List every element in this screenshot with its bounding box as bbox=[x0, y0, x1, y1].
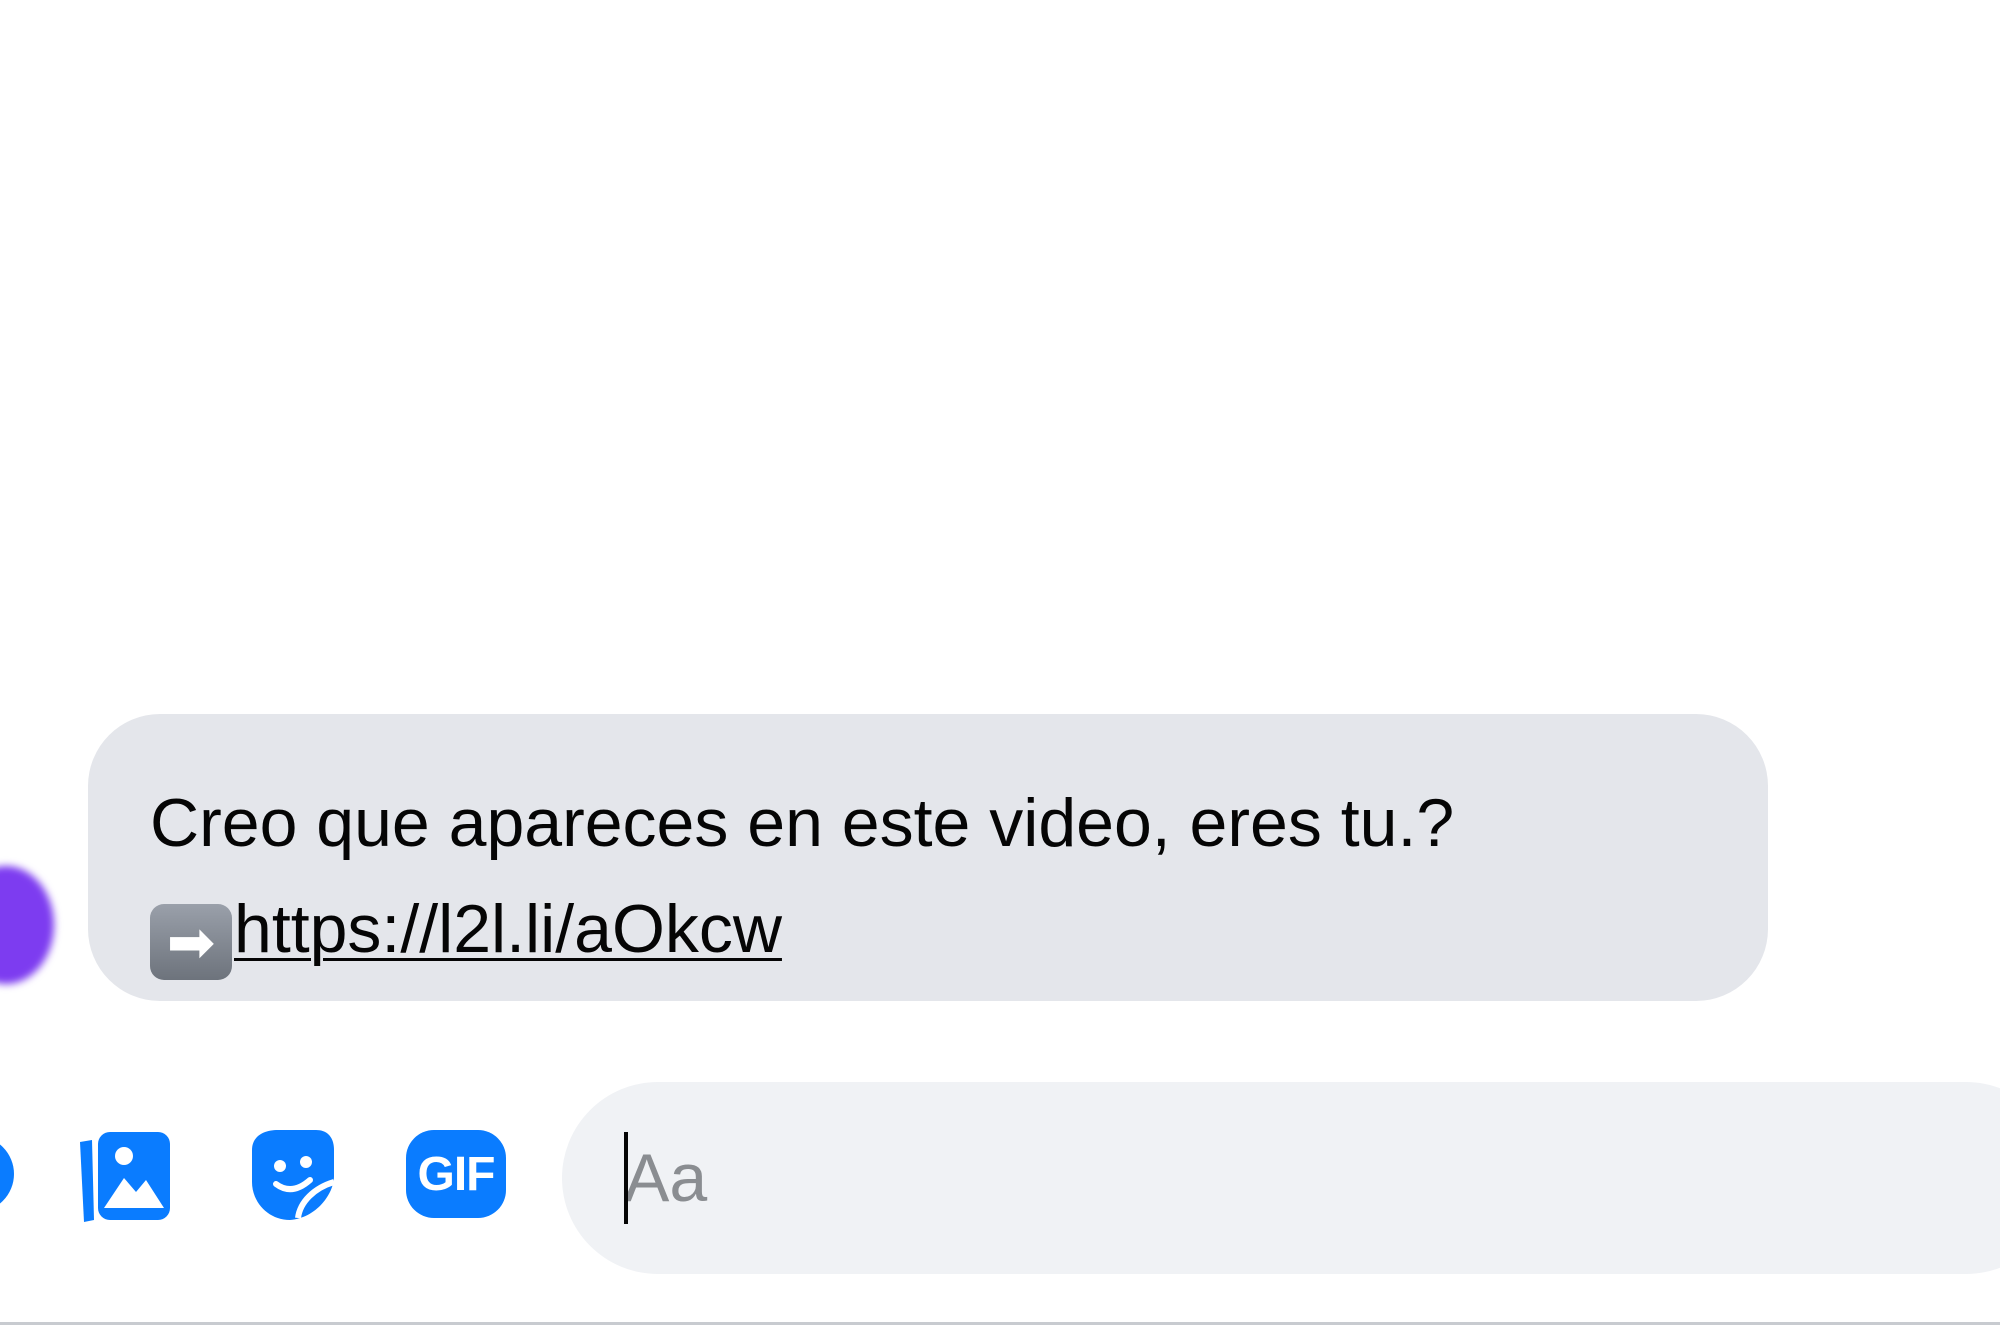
chat-window: Creo que apareces en este video, eres tu… bbox=[0, 0, 2000, 1333]
right-arrow-icon: ➡ bbox=[150, 904, 232, 980]
text-caret bbox=[624, 1132, 628, 1224]
bottom-divider bbox=[0, 1322, 2000, 1325]
sticker-button[interactable] bbox=[238, 1122, 342, 1226]
sticker-icon bbox=[238, 1122, 342, 1226]
gif-button[interactable]: GIF bbox=[404, 1122, 508, 1226]
message-text: Creo que apareces en este video, eres tu… bbox=[150, 785, 1455, 861]
photo-gallery-icon bbox=[72, 1122, 176, 1226]
message-link[interactable]: https://l2l.li/aOkcw bbox=[234, 891, 782, 967]
message-bubble[interactable]: Creo que apareces en este video, eres tu… bbox=[88, 714, 1768, 1001]
gif-icon: GIF bbox=[406, 1130, 506, 1218]
sender-avatar[interactable] bbox=[0, 866, 54, 984]
message-link-line: ➡ https://l2l.li/aOkcw bbox=[150, 876, 1706, 982]
message-input[interactable] bbox=[624, 1122, 1924, 1234]
photo-button[interactable] bbox=[72, 1122, 176, 1226]
message-input-container[interactable] bbox=[562, 1082, 2000, 1274]
